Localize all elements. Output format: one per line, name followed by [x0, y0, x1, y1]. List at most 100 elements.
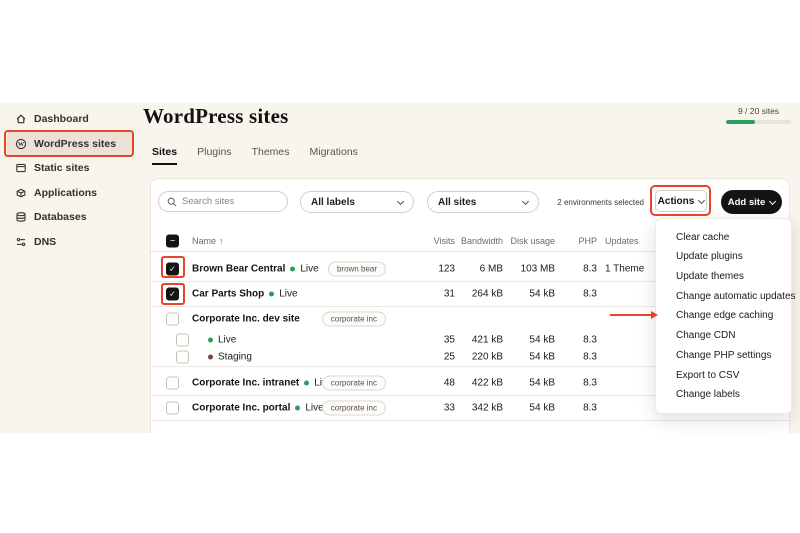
menu-item-export-to-csv[interactable]: Export to CSV	[656, 370, 791, 381]
sidebar-item-wordpress-sites[interactable]: W WordPress sites	[7, 131, 134, 156]
site-name[interactable]: Corporate Inc. dev site	[192, 314, 300, 325]
column-header-name[interactable]: Name ↑	[192, 236, 224, 246]
bandwidth-value: 220 kB	[471, 351, 503, 363]
visits-value: 123	[438, 263, 455, 275]
home-icon	[15, 113, 27, 125]
updates-value: 1 Theme	[605, 263, 645, 275]
row-checkbox[interactable]	[166, 376, 179, 390]
staging-status-dot	[208, 354, 213, 360]
environment-name[interactable]: Live	[300, 264, 318, 275]
menu-item-clear-cache[interactable]: Clear cache	[656, 232, 791, 243]
site-label-badge: corporate inc	[321, 400, 386, 416]
sites-usage-progress-fill	[726, 120, 756, 124]
row-checkbox[interactable]	[176, 333, 189, 346]
column-header-php[interactable]: PHP	[578, 236, 597, 246]
visits-value: 48	[443, 377, 455, 389]
actions-button-label: Actions	[657, 195, 695, 207]
screenshot-root: Dashboard W WordPress sites Static sites…	[0, 0, 800, 533]
sidebar-item-label: Dashboard	[34, 113, 89, 126]
column-header-visits[interactable]: Visits	[434, 236, 455, 246]
browser-icon	[15, 162, 27, 174]
sidebar-item-label: WordPress sites	[34, 137, 117, 150]
column-header-updates[interactable]: Updates	[605, 236, 639, 246]
bandwidth-value: 421 kB	[471, 334, 503, 345]
search-input[interactable]	[182, 196, 279, 207]
tab-bar: Sites Plugins Themes Migrations	[152, 146, 358, 165]
search-icon	[167, 197, 177, 207]
disk-usage-value: 103 MB	[520, 263, 555, 275]
column-header-disk-usage[interactable]: Disk usage	[510, 236, 555, 246]
wordpress-icon: W	[15, 138, 27, 150]
live-status-dot	[269, 291, 275, 297]
sidebar-item-static-sites[interactable]: Static sites	[0, 156, 141, 181]
sidebar-item-dns[interactable]: DNS	[0, 230, 141, 255]
site-name[interactable]: Car Parts Shop	[192, 289, 264, 300]
sidebar-item-label: DNS	[34, 235, 57, 248]
visits-value: 33	[443, 402, 455, 414]
add-site-button[interactable]: Add site	[721, 190, 782, 214]
disk-usage-value: 54 kB	[529, 288, 555, 300]
column-header-bandwidth[interactable]: Bandwidth	[461, 236, 503, 246]
menu-item-change-cdn[interactable]: Change CDN	[656, 330, 791, 341]
site-label-badge: corporate inc	[321, 311, 386, 327]
site-label-badge: corporate inc	[321, 375, 386, 391]
select-all-checkbox[interactable]	[166, 234, 179, 248]
row-checkbox[interactable]	[166, 262, 179, 276]
svg-text:W: W	[18, 141, 25, 148]
visits-value: 31	[443, 288, 455, 300]
sites-filter-value: All sites	[438, 196, 477, 208]
site-label-badge: brown bear	[327, 261, 386, 277]
add-site-button-label: Add site	[727, 196, 766, 208]
row-checkbox[interactable]	[166, 287, 179, 301]
sidebar-item-applications[interactable]: Applications	[0, 181, 141, 206]
actions-button[interactable]: Actions	[655, 190, 707, 212]
menu-item-change-automatic-updates[interactable]: Change automatic updates	[656, 291, 796, 302]
environment-name[interactable]: Live	[279, 289, 297, 300]
php-version-value: 8.3	[583, 288, 597, 300]
bandwidth-value: 342 kB	[471, 402, 503, 414]
search-box	[158, 191, 288, 212]
row-checkbox[interactable]	[166, 312, 179, 326]
menu-item-change-labels[interactable]: Change labels	[656, 389, 791, 400]
dns-icon	[15, 236, 27, 248]
disk-usage-value: 54 kB	[529, 334, 555, 345]
sidebar: Dashboard W WordPress sites Static sites…	[0, 107, 141, 254]
labels-filter-value: All labels	[311, 196, 355, 208]
sidebar-item-label: Databases	[34, 211, 87, 224]
live-status-dot	[295, 405, 301, 411]
bandwidth-value: 264 kB	[471, 288, 503, 300]
actions-dropdown-menu: Clear cache Update plugins Update themes…	[655, 218, 796, 414]
menu-item-update-plugins[interactable]: Update plugins	[656, 251, 791, 262]
site-name[interactable]: Brown Bear Central	[192, 264, 285, 275]
sidebar-item-databases[interactable]: Databases	[0, 205, 141, 230]
row-checkbox[interactable]	[166, 401, 179, 415]
chevron-down-icon	[521, 197, 530, 205]
page-title: WordPress sites	[143, 104, 289, 128]
menu-item-change-php-settings[interactable]: Change PHP settings	[656, 350, 791, 361]
labels-filter-dropdown[interactable]: All labels	[300, 191, 414, 213]
bandwidth-value: 422 kB	[471, 377, 503, 389]
environment-name[interactable]: Staging	[218, 352, 252, 363]
disk-usage-value: 54 kB	[529, 402, 555, 414]
php-version-value: 8.3	[583, 334, 597, 345]
sites-usage-label: 9 / 20 sites	[737, 106, 780, 116]
site-name[interactable]: Corporate Inc. intranet	[192, 378, 299, 389]
sidebar-item-dashboard[interactable]: Dashboard	[0, 107, 141, 132]
php-version-value: 8.3	[583, 402, 597, 414]
environment-name[interactable]: Live	[218, 334, 236, 345]
site-name[interactable]: Corporate Inc. portal	[192, 403, 290, 414]
menu-item-change-edge-caching[interactable]: Change edge caching	[656, 310, 791, 321]
live-status-dot	[304, 380, 310, 386]
tab-migrations[interactable]: Migrations	[310, 146, 358, 165]
tab-plugins[interactable]: Plugins	[197, 146, 231, 165]
row-checkbox[interactable]	[176, 350, 189, 364]
chevron-down-icon	[698, 196, 706, 204]
bandwidth-value: 6 MB	[479, 263, 503, 275]
menu-item-update-themes[interactable]: Update themes	[656, 271, 791, 282]
tab-sites[interactable]: Sites	[152, 146, 178, 165]
sidebar-item-label: Static sites	[34, 162, 90, 175]
chevron-down-icon	[769, 197, 777, 205]
php-version-value: 8.3	[583, 263, 597, 275]
tab-themes[interactable]: Themes	[252, 146, 290, 165]
sites-filter-dropdown[interactable]: All sites	[427, 191, 539, 213]
